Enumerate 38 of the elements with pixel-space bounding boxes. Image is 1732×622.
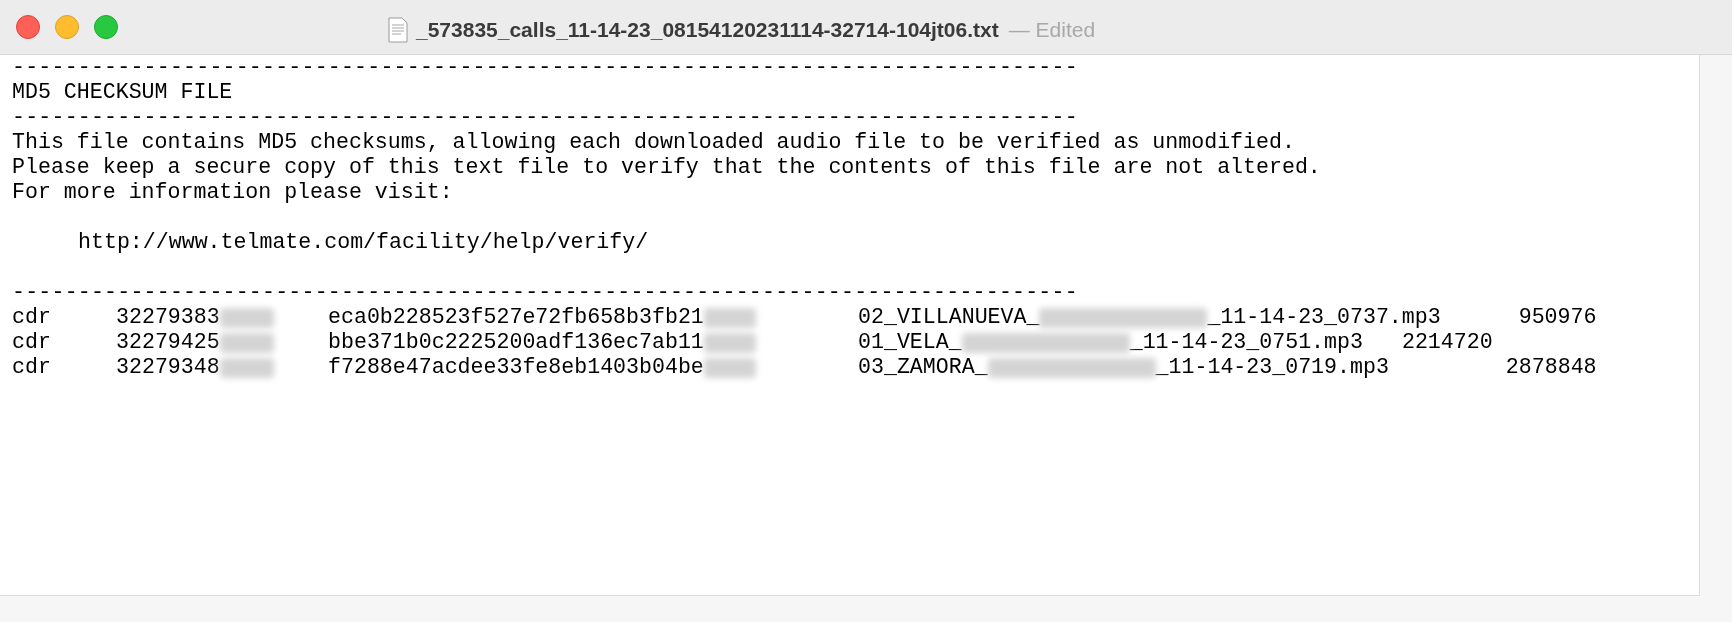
divider-line: --------------------------------------------------------------------------------- [12, 105, 1078, 130]
text-line: MD5 CHECKSUM FILE [12, 80, 233, 105]
edited-status: — Edited [1008, 17, 1096, 43]
file-size: 950976 [1518, 305, 1597, 330]
redaction-mark [219, 357, 274, 378]
divider-line: --------------------------------------------------------------------------------- [12, 280, 1078, 305]
file-name: _11-14-23_0737.mp3 [1207, 305, 1441, 330]
text-line: This file contains MD5 checksums, allowing each downloaded audio file to be verified as unmodified. [12, 130, 1295, 155]
file-name: 02_VILLANUEVA_ [858, 305, 1040, 330]
document-icon [388, 16, 408, 43]
file-name: _11-14-23_0751.mp3 [1129, 330, 1363, 355]
record-type: cdr [12, 355, 52, 380]
divider-line: --------------------------------------------------------------------------------- [12, 55, 1078, 80]
window-title: _573835_calls_11-14-23_08154120231114-32714-104jt06.txt [416, 17, 999, 43]
checksum-text: f7288e47acdee33fe8eb1403b04be [328, 355, 704, 380]
zoom-button[interactable] [94, 15, 118, 39]
record-id: 32279348 [116, 355, 220, 380]
redaction-mark [219, 307, 274, 328]
file-size: 2214720 [1401, 330, 1493, 355]
file-name: _11-14-23_0719.mp3 [1155, 355, 1389, 380]
minimize-button[interactable] [55, 15, 79, 39]
file-name: 01_VELA_ [858, 330, 962, 355]
text-line: Please keep a secure copy of this text file to verify that the contents of this file are not altered. [12, 155, 1321, 180]
redaction-mark [703, 332, 756, 353]
redaction-mark [703, 357, 756, 378]
redaction-mark [703, 307, 756, 328]
redaction-mark [219, 332, 274, 353]
record-type: cdr [12, 330, 52, 355]
file-name: 03_ZAMORA_ [858, 355, 988, 380]
checksum-text: bbe371b0c2225200adf136ec7ab11 [328, 330, 704, 355]
checksum-text: eca0b228523f527e72fb658b3fb21 [328, 305, 704, 330]
record-type: cdr [12, 305, 52, 330]
record-id: 32279383 [116, 305, 220, 330]
text-line: For more information please visit: [12, 180, 453, 205]
url-text: http://www.telmate.com/facility/help/verify/ [78, 230, 649, 255]
file-size: 2878848 [1505, 355, 1597, 380]
close-button[interactable] [16, 15, 40, 39]
record-id: 32279425 [116, 330, 220, 355]
